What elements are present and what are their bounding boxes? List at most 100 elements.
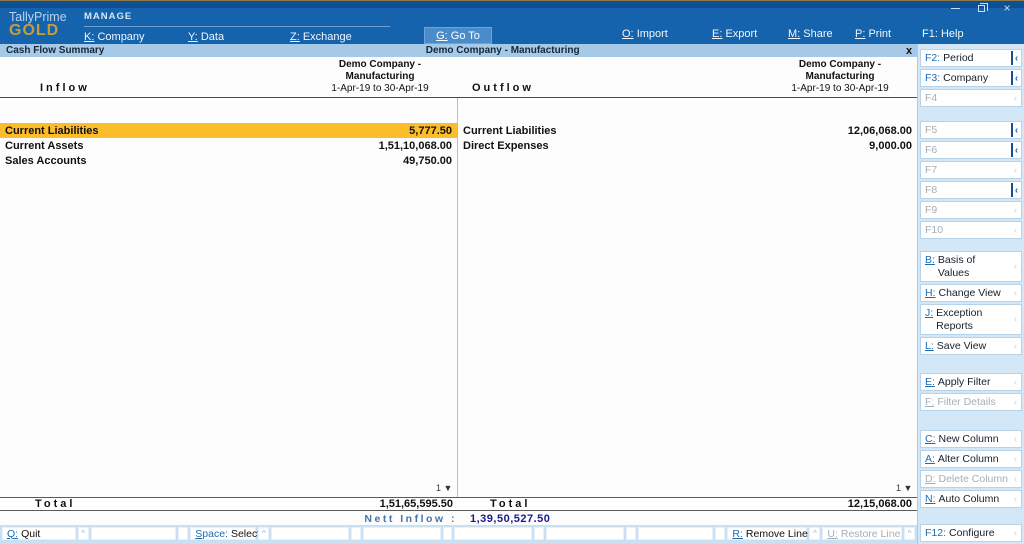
window-controls: × bbox=[942, 1, 1020, 15]
chevron-left-icon: ‹ bbox=[1011, 395, 1020, 409]
chevron-left-icon[interactable]: ‹ bbox=[1011, 71, 1020, 85]
quit-button[interactable]: Q:Quit bbox=[2, 527, 76, 540]
chevron-left-icon[interactable]: ‹ bbox=[1011, 51, 1020, 65]
empty-slot-caret bbox=[534, 527, 544, 540]
sidebar-item-f4: F4‹ bbox=[920, 89, 1022, 107]
remove-line-expand-button[interactable]: ^ bbox=[809, 527, 820, 540]
sidebar-item-basis-of-values[interactable]: B:Basis of Values‹ bbox=[920, 251, 1022, 282]
outflow-period: 1-Apr-19 to 30-Apr-19 bbox=[765, 83, 915, 95]
chevron-left-icon: ‹ bbox=[1011, 472, 1020, 486]
empty-slot bbox=[91, 527, 177, 540]
bottom-action-bar: Q:Quit ^ Space:Select ^ R:Remove Line ^ … bbox=[0, 525, 917, 544]
chevron-up-icon: ^ bbox=[81, 529, 85, 538]
sidebar-item-new-column[interactable]: C:New Column‹ bbox=[920, 430, 1022, 448]
empty-slot-caret bbox=[715, 527, 725, 540]
chevron-left-icon: ‹ bbox=[1011, 452, 1020, 466]
restore-button[interactable] bbox=[968, 1, 994, 15]
sidebar-item-auto-column[interactable]: N:Auto Column‹ bbox=[920, 490, 1022, 508]
sidebar-item-save-view[interactable]: L:Save View‹ bbox=[920, 337, 1022, 355]
menu-data[interactable]: Y: Data bbox=[188, 31, 224, 43]
nett-inflow-label: Nett Inflow : bbox=[0, 513, 457, 525]
empty-slot-caret bbox=[626, 527, 636, 540]
outflow-section-label: Outflow bbox=[472, 82, 534, 94]
sidebar-spacer bbox=[920, 241, 1022, 251]
report-close-icon[interactable]: x bbox=[901, 45, 917, 57]
chevron-left-icon[interactable]: ‹ bbox=[1011, 183, 1020, 197]
quit-expand-button[interactable]: ^ bbox=[78, 527, 89, 540]
close-button[interactable]: × bbox=[994, 1, 1020, 15]
table-row[interactable]: Sales Accounts 49,750.00 bbox=[0, 153, 457, 168]
sidebar-item-f8[interactable]: F8‹ bbox=[920, 181, 1022, 199]
right-button-panel: F2:Period‹ F3:Company‹ F4‹ F5‹ F6‹ F7‹ F… bbox=[917, 44, 1024, 544]
chevron-left-icon: ‹ bbox=[1011, 526, 1020, 540]
chevron-left-icon: ‹ bbox=[1011, 375, 1020, 389]
top-menu-bar: TallyPrime GOLD MANAGE K: Company Y: Dat… bbox=[0, 0, 1024, 44]
menu-share[interactable]: M: Share bbox=[788, 28, 833, 40]
menu-import[interactable]: O: Import bbox=[622, 28, 668, 40]
company-name: Demo Company - Manufacturing bbox=[104, 45, 901, 56]
menu-company[interactable]: K: Company bbox=[84, 31, 145, 43]
sidebar-item-company[interactable]: F3:Company‹ bbox=[920, 69, 1022, 87]
report-title-bar: Cash Flow Summary Demo Company - Manufac… bbox=[0, 44, 917, 57]
sidebar-spacer bbox=[920, 357, 1022, 373]
chevron-left-icon[interactable]: ‹ bbox=[1011, 123, 1020, 137]
chevron-left-icon: ‹ bbox=[1011, 163, 1020, 177]
sidebar-item-f7: F7‹ bbox=[920, 161, 1022, 179]
sidebar-item-f6[interactable]: F6‹ bbox=[920, 141, 1022, 159]
inflow-period: 1-Apr-19 to 30-Apr-19 bbox=[305, 83, 455, 95]
chevron-left-icon: ‹ bbox=[1011, 91, 1020, 105]
restore-line-button: U:Restore Line bbox=[822, 527, 902, 540]
sidebar-item-f5[interactable]: F5‹ bbox=[920, 121, 1022, 139]
restore-line-expand-button: ^ bbox=[904, 527, 915, 540]
table-row[interactable]: Current Assets 1,51,10,068.00 bbox=[0, 138, 457, 153]
manage-label: MANAGE bbox=[84, 11, 390, 27]
empty-slot bbox=[363, 527, 441, 540]
nett-inflow-value: 1,39,50,527.50 bbox=[470, 513, 550, 525]
outflow-page-indicator: 1 ▼ bbox=[896, 483, 912, 493]
menu-export[interactable]: E: Export bbox=[712, 28, 757, 40]
chevron-left-icon[interactable]: ‹ bbox=[1011, 143, 1020, 157]
outflow-column-header: Demo Company - Manufacturing 1-Apr-19 to… bbox=[765, 59, 915, 95]
close-icon: × bbox=[1003, 2, 1010, 14]
remove-line-button[interactable]: R:Remove Line bbox=[727, 527, 807, 540]
report-header: Demo Company - Manufacturing 1-Apr-19 to… bbox=[0, 57, 917, 98]
goto-button[interactable]: G: Go To bbox=[424, 27, 492, 44]
sidebar-item-f10: F10‹ bbox=[920, 221, 1022, 239]
inflow-column-header: Demo Company - Manufacturing 1-Apr-19 to… bbox=[305, 59, 455, 95]
table-row[interactable]: Current Liabilities 5,777.50 bbox=[0, 123, 457, 138]
table-row[interactable]: Current Liabilities 12,06,068.00 bbox=[458, 123, 917, 138]
sidebar-item-change-view[interactable]: H:Change View‹ bbox=[920, 284, 1022, 302]
cash-flow-report: Demo Company - Manufacturing 1-Apr-19 to… bbox=[0, 57, 917, 525]
chevron-left-icon: ‹ bbox=[1011, 253, 1020, 280]
menu-print[interactable]: P: Print bbox=[855, 28, 891, 40]
menu-help[interactable]: F1: Help bbox=[922, 28, 964, 40]
menu-exchange[interactable]: Z: Exchange bbox=[290, 31, 352, 43]
chevron-left-icon: ‹ bbox=[1011, 203, 1020, 217]
select-expand-button[interactable]: ^ bbox=[258, 527, 269, 540]
sidebar-item-apply-filter[interactable]: E:Apply Filter‹ bbox=[920, 373, 1022, 391]
chevron-up-icon: ^ bbox=[813, 529, 817, 538]
empty-slot bbox=[271, 527, 349, 540]
app-logo-edition: GOLD bbox=[9, 24, 67, 37]
inflow-rows: Current Liabilities 5,777.50 Current Ass… bbox=[0, 123, 457, 168]
sidebar-item-f9: F9‹ bbox=[920, 201, 1022, 219]
sidebar-item-period[interactable]: F2:Period‹ bbox=[920, 49, 1022, 67]
chevron-up-icon: ^ bbox=[908, 529, 912, 538]
report-title: Cash Flow Summary bbox=[0, 45, 104, 56]
empty-slot-caret bbox=[178, 527, 188, 540]
sidebar-item-delete-column: D:Delete Column‹ bbox=[920, 470, 1022, 488]
minimize-button[interactable] bbox=[942, 1, 968, 15]
manage-menu-group: MANAGE K: Company Y: Data Z: Exchange bbox=[84, 11, 390, 47]
select-button[interactable]: Space:Select bbox=[190, 527, 256, 540]
sidebar-item-exception-reports[interactable]: J:Exception Reports‹ bbox=[920, 304, 1022, 335]
minimize-icon bbox=[951, 8, 960, 9]
panel-divider bbox=[457, 98, 458, 511]
empty-slot bbox=[454, 527, 532, 540]
sidebar-spacer bbox=[920, 510, 1022, 524]
sidebar-item-alter-column[interactable]: A:Alter Column‹ bbox=[920, 450, 1022, 468]
empty-slot-caret bbox=[443, 527, 453, 540]
sidebar-item-filter-details: F:Filter Details‹ bbox=[920, 393, 1022, 411]
sidebar-item-configure[interactable]: F12:Configure‹ bbox=[920, 524, 1022, 542]
chevron-left-icon: ‹ bbox=[1011, 306, 1020, 333]
table-row[interactable]: Direct Expenses 9,000.00 bbox=[458, 138, 917, 153]
